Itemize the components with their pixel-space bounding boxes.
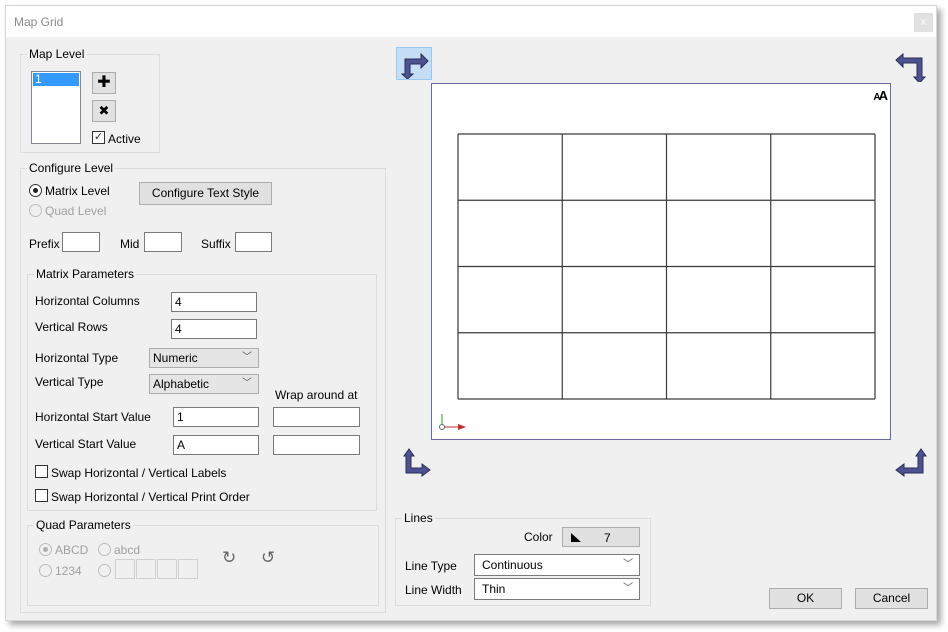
swap-labels-label: Swap Horizontal / Vertical Labels: [51, 466, 227, 480]
mid-label: Mid: [120, 237, 140, 251]
rotate-clockwise-icon[interactable]: ↻: [222, 548, 236, 568]
configure-text-style-button[interactable]: Configure Text Style: [139, 182, 272, 205]
custom-value-3[interactable]: [157, 559, 177, 579]
horizontal-type-select[interactable]: Numeric ﹀: [149, 348, 259, 368]
vertical-start-input[interactable]: [173, 435, 259, 455]
line-width-value: Thin: [482, 582, 506, 596]
configure-level-group: Configure Level Matrix Level Quad Level …: [20, 161, 386, 613]
prefix-label: Prefix: [29, 237, 60, 251]
corner-arrow-top-left-icon: [400, 52, 429, 80]
chevron-down-icon: ﹀: [242, 352, 252, 363]
active-checkbox[interactable]: ✓: [92, 131, 105, 144]
map-level-list[interactable]: 1: [31, 71, 81, 144]
grid-preview-canvas: [457, 133, 876, 400]
map-level-group: Map Level 1 ✚ ✖ ✓ Active: [20, 47, 160, 153]
color-value: 7: [604, 531, 611, 545]
custom-value-2[interactable]: [136, 559, 156, 579]
matrix-level-label: Matrix Level: [45, 184, 110, 198]
abcd-upper-radio[interactable]: [39, 543, 52, 556]
chevron-down-icon: ﹀: [623, 583, 633, 594]
active-label: Active: [108, 132, 141, 146]
matrix-parameters-group-label: Matrix Parameters: [34, 267, 137, 281]
plus-icon: ✚: [97, 74, 111, 91]
wrap-around-label: Wrap around at: [275, 388, 358, 402]
title-bar: Map Grid x: [6, 6, 936, 37]
vertical-type-value: Alphabetic: [153, 377, 210, 391]
corner-bottom-right-button[interactable]: [893, 446, 927, 479]
window-title: Map Grid: [14, 15, 64, 29]
ok-button[interactable]: OK: [769, 588, 842, 609]
horizontal-columns-input[interactable]: [171, 292, 257, 312]
abcd-lower-label: abcd: [114, 543, 141, 557]
custom-value-1[interactable]: [115, 559, 135, 579]
quad-level-radio[interactable]: [29, 204, 42, 217]
color-select-button[interactable]: 7: [562, 527, 640, 547]
line-type-select[interactable]: Continuous ﹀: [474, 554, 640, 576]
horizontal-start-input[interactable]: [173, 407, 259, 427]
lines-group: Lines Color 7 Line Type Continuous ﹀ Lin…: [395, 511, 651, 606]
horizontal-wrap-input[interactable]: [273, 407, 360, 427]
vertical-rows-input[interactable]: [171, 319, 257, 339]
axis-origin-icon: [439, 414, 466, 430]
configure-level-group-label: Configure Level: [27, 161, 116, 175]
delete-level-button[interactable]: ✖: [92, 100, 116, 122]
swap-print-order-checkbox[interactable]: [35, 489, 48, 502]
corner-arrow-top-right-icon: [895, 52, 927, 84]
horizontal-columns-label: Horizontal Columns: [35, 294, 140, 308]
corner-arrow-bottom-left-icon: [403, 448, 431, 477]
line-type-value: Continuous: [482, 558, 543, 572]
rotate-counterclockwise-icon[interactable]: ↺: [261, 548, 275, 568]
quad-level-label: Quad Level: [45, 204, 107, 218]
map-level-list-item[interactable]: 1: [33, 73, 79, 86]
numeric-label: 1234: [55, 564, 82, 578]
chevron-down-icon: ﹀: [242, 378, 252, 389]
vertical-start-label: Vertical Start Value: [35, 437, 137, 451]
map-level-group-label: Map Level: [27, 47, 87, 61]
matrix-level-radio[interactable]: [29, 184, 42, 197]
prefix-input[interactable]: [62, 232, 100, 252]
line-type-label: Line Type: [405, 559, 457, 573]
cancel-button[interactable]: Cancel: [855, 588, 928, 609]
numeric-radio[interactable]: [39, 564, 52, 577]
abcd-upper-label: ABCD: [55, 543, 89, 557]
quad-parameters-group: Quad Parameters ABCD abcd 1234 ↻ ↺: [27, 518, 379, 606]
grid-preview: AA: [431, 83, 891, 440]
suffix-label: Suffix: [201, 237, 231, 251]
custom-value-4[interactable]: [178, 559, 198, 579]
corner-top-right-button[interactable]: [893, 49, 927, 84]
vertical-wrap-input[interactable]: [273, 435, 360, 455]
swap-print-order-label: Swap Horizontal / Vertical Print Order: [51, 490, 250, 504]
abcd-lower-radio[interactable]: [98, 543, 111, 556]
quad-parameters-group-label: Quad Parameters: [34, 518, 133, 532]
vertical-rows-label: Vertical Rows: [35, 320, 108, 334]
close-button[interactable]: x: [914, 13, 933, 32]
line-width-label: Line Width: [405, 583, 462, 597]
color-swatch-icon: [571, 533, 581, 542]
swap-labels-checkbox[interactable]: [35, 465, 48, 478]
x-icon: ✖: [98, 103, 110, 118]
add-level-button[interactable]: ✚: [92, 72, 116, 94]
corner-bottom-left-button[interactable]: [398, 446, 432, 479]
map-grid-dialog: Map Grid x Map Level 1 ✚ ✖ ✓ Active Conf…: [5, 5, 937, 621]
horizontal-start-label: Horizontal Start Value: [35, 410, 151, 424]
horizontal-type-value: Numeric: [153, 351, 198, 365]
line-width-select[interactable]: Thin ﹀: [474, 578, 640, 600]
lines-group-label: Lines: [402, 511, 435, 525]
horizontal-type-label: Horizontal Type: [35, 351, 119, 365]
color-label: Color: [524, 530, 553, 544]
custom-radio[interactable]: [98, 564, 111, 577]
corner-arrow-bottom-right-icon: [895, 448, 927, 477]
matrix-parameters-group: Matrix Parameters Horizontal Columns Ver…: [27, 267, 377, 511]
mid-input[interactable]: [144, 232, 182, 252]
vertical-type-label: Vertical Type: [35, 375, 104, 389]
suffix-input[interactable]: [235, 232, 272, 252]
vertical-type-select[interactable]: Alphabetic ﹀: [149, 374, 259, 394]
corner-top-left-button[interactable]: [396, 47, 432, 80]
close-icon: x: [920, 16, 927, 28]
chevron-down-icon: ﹀: [623, 559, 633, 570]
